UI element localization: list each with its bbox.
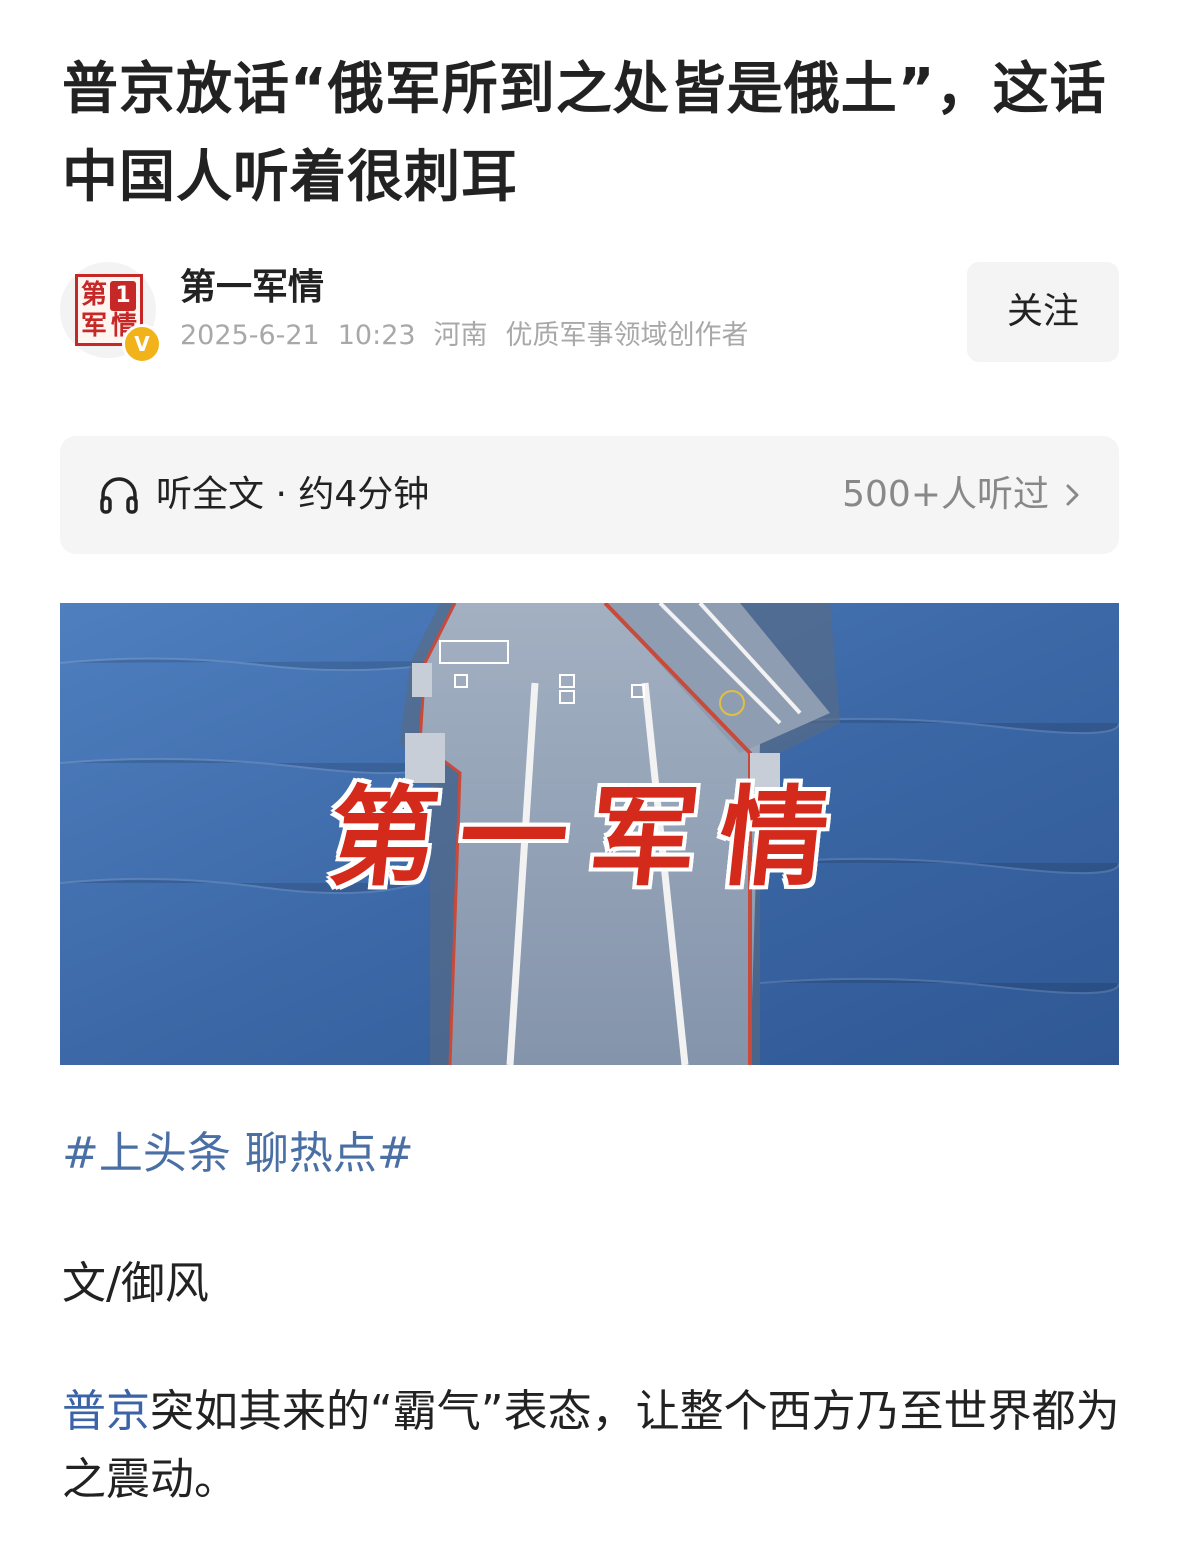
author-row: 第 军 情 1 V 第一军情 2025-6-21 10:23 河南 优质军事领域创作者… <box>60 262 1119 364</box>
author-meta: 2025-6-21 10:23 河南 优质军事领域创作者 <box>180 318 767 354</box>
avatar-number-badge: 1 <box>110 281 136 311</box>
publish-date: 2025-6-21 <box>180 320 320 351</box>
listen-full-text-bar[interactable]: 听全文 · 约4分钟 500+人听过 <box>60 436 1119 554</box>
publish-time: 10:23 <box>337 320 416 351</box>
publish-location: 河南 <box>433 320 488 351</box>
hashtag-link[interactable]: #上头条 聊热点# <box>62 1124 414 1184</box>
follow-button[interactable]: 关注 <box>967 262 1119 362</box>
article-paragraph: 普京突如其来的“霸气”表态，让整个西方乃至世界都为之震动。 <box>62 1378 1122 1514</box>
hero-caption: 第一军情 <box>322 775 857 901</box>
author-tag: 优质军事领域创作者 <box>505 320 749 351</box>
avatar-char-2: 军 <box>81 311 108 341</box>
author-avatar[interactable]: 第 军 情 1 V <box>60 262 162 364</box>
headphones-icon <box>100 477 138 514</box>
hero-image[interactable]: 第一军情 <box>60 603 1119 1065</box>
avatar-char-1: 第 <box>81 280 108 310</box>
article-title: 普京放话“俄军所到之处皆是俄土”，这话中国人听着很刺耳 <box>62 57 1107 210</box>
listen-count: 500+人听过 <box>842 474 1049 515</box>
article-byline: 文/御风 <box>62 1258 209 1309</box>
listen-label: 听全文 · 约4分钟 <box>156 474 430 515</box>
author-name[interactable]: 第一军情 <box>180 264 324 312</box>
paragraph-text: 突如其来的“霸气”表态，让整个西方乃至世界都为之震动。 <box>62 1386 1120 1505</box>
verified-badge-icon: V <box>122 324 162 364</box>
article-page: 普京放话“俄军所到之处皆是俄土”，这话中国人听着很刺耳 第 军 情 1 V 第一… <box>0 0 1179 1564</box>
chevron-right-icon <box>1066 484 1079 506</box>
putin-entity-link[interactable]: 普京 <box>62 1386 150 1437</box>
